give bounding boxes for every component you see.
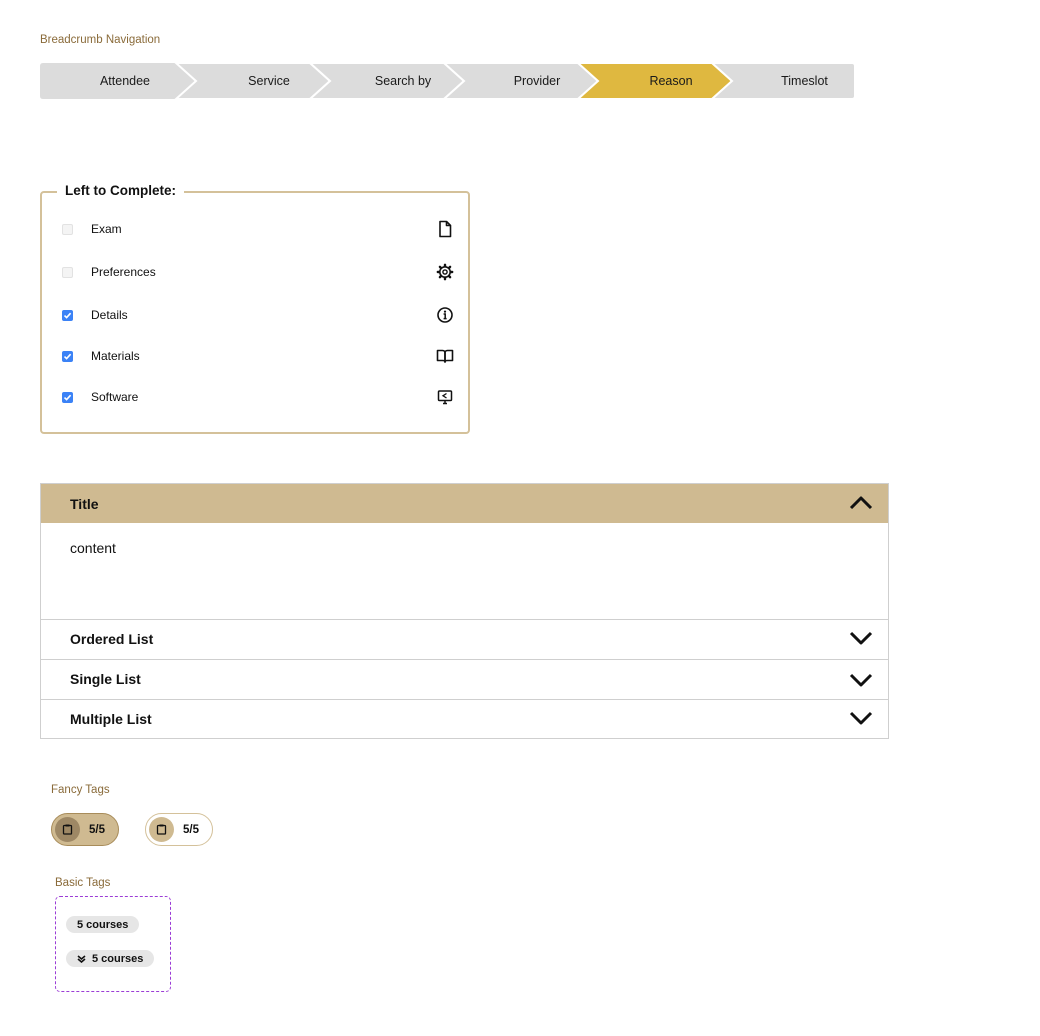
file-icon [439, 220, 452, 238]
accordion-header-title[interactable]: Title [41, 484, 888, 523]
clipboard-icon [149, 817, 174, 842]
accordion-title: Multiple List [70, 710, 152, 727]
checklist-item-label: Details [91, 308, 128, 322]
checklist-item-details[interactable]: Details [62, 304, 454, 326]
basic-tags-container: 5 courses 5 courses [55, 896, 171, 992]
fancy-tag-text: 5/5 [183, 823, 199, 836]
checkbox-checked[interactable] [62, 350, 73, 362]
checklist-item-software[interactable]: Software [62, 386, 454, 408]
book-icon [436, 349, 454, 363]
fancy-tag-text: 5/5 [89, 823, 105, 836]
breadcrumb: Attendee Service Search by Provider Reas… [40, 63, 855, 100]
checklist-legend: Left to Complete: [57, 183, 184, 198]
fancy-tag-filled[interactable]: 5/5 [51, 813, 119, 846]
chevron-up-icon [849, 496, 873, 510]
basic-tag-text: 5 courses [77, 918, 129, 931]
accordion-title: Single List [70, 670, 141, 687]
checkbox-checked[interactable] [62, 391, 73, 403]
left-to-complete-panel: Left to Complete: Exam Preferences Detai… [40, 183, 470, 434]
accordion-header-ordered-list[interactable]: Ordered List [41, 619, 888, 658]
breadcrumb-step-label: Timeslot [781, 74, 828, 88]
gear-icon [436, 263, 454, 281]
breadcrumb-step-label: Attendee [99, 74, 151, 88]
accordion-header-single-list[interactable]: Single List [41, 659, 888, 698]
breadcrumb-step-label: Reason [649, 74, 693, 88]
basic-tag[interactable]: 5 courses [66, 916, 140, 933]
checklist-item-preferences[interactable]: Preferences [62, 261, 454, 283]
fancy-tags-label: Fancy Tags [51, 784, 110, 796]
checklist-item-materials[interactable]: Materials [62, 345, 454, 367]
accordion-header-multiple-list[interactable]: Multiple List [41, 699, 888, 738]
breadcrumb-step-timeslot[interactable]: Timeslot [710, 63, 877, 99]
checklist-item-label: Software [91, 390, 139, 404]
accordion-content: content [70, 540, 116, 556]
chevron-down-icon [849, 711, 873, 725]
checklist-item-exam[interactable]: Exam [62, 218, 454, 240]
checklist-item-label: Exam [91, 222, 122, 236]
checklist-item-label: Preferences [91, 265, 156, 279]
fancy-tag-outlined[interactable]: 5/5 [145, 813, 213, 846]
accordion: Title content Ordered List Single List M… [40, 483, 889, 739]
checkbox-checked[interactable] [62, 309, 73, 321]
breadcrumb-section-label: Breadcrumb Navigation [40, 34, 161, 46]
double-check-icon [77, 954, 86, 963]
breadcrumb-step-label: Provider [513, 74, 561, 88]
accordion-title: Ordered List [70, 630, 154, 647]
checkbox[interactable] [62, 223, 73, 235]
breadcrumb-step-label: Service [248, 74, 290, 88]
info-icon [437, 307, 453, 323]
basic-tag-with-icon[interactable]: 5 courses [66, 950, 155, 967]
clipboard-icon [55, 817, 80, 842]
monitor-share-icon [437, 390, 453, 405]
checkbox[interactable] [62, 266, 73, 278]
accordion-title: Title [70, 495, 99, 512]
chevron-down-icon [849, 673, 873, 687]
basic-tag-text: 5 courses [92, 952, 144, 965]
breadcrumb-step-label: Search by [374, 74, 432, 88]
chevron-down-icon [849, 631, 873, 645]
checklist-item-label: Materials [91, 349, 140, 363]
basic-tags-label: Basic Tags [55, 877, 111, 889]
